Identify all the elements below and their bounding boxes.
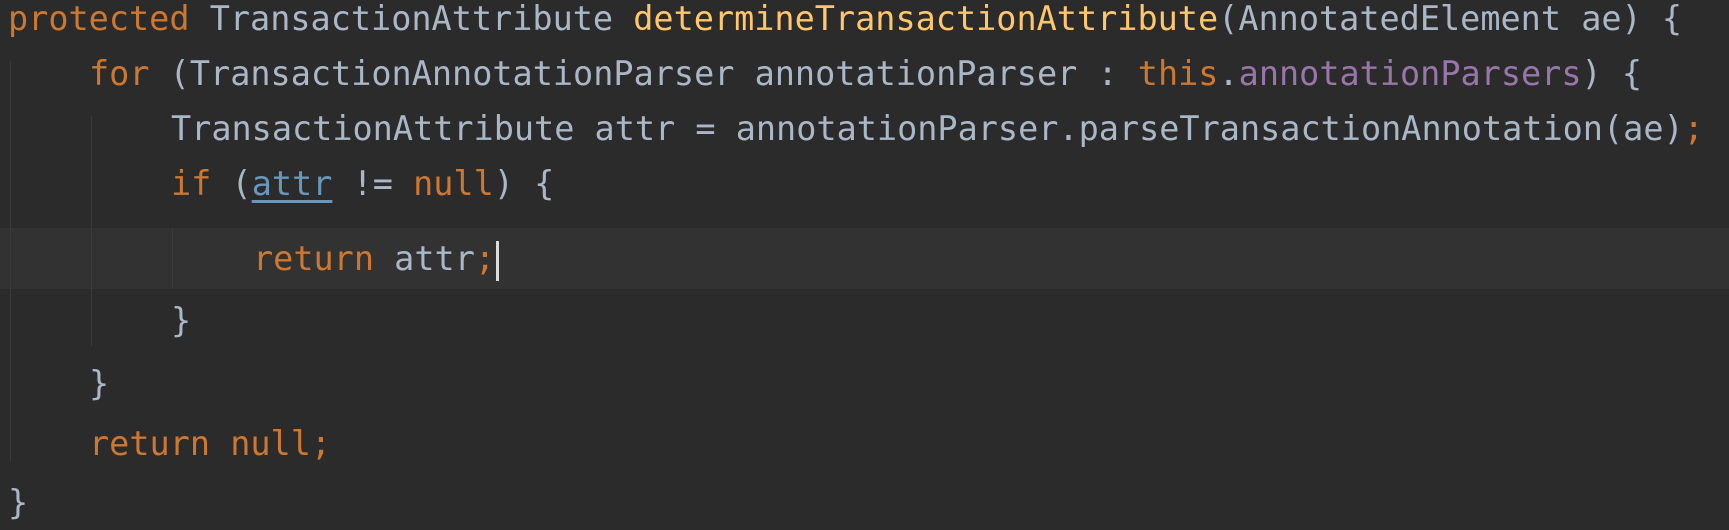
semicolon: ; — [474, 239, 496, 278]
code-line-1[interactable]: protected TransactionAttribute determine… — [8, 0, 1682, 49]
indent-guide — [10, 61, 11, 461]
keyword-null: null — [230, 424, 311, 463]
closing-brace: } — [171, 301, 192, 340]
keyword-return: return — [253, 239, 375, 278]
keyword-return: return — [89, 424, 211, 463]
closing-brace: } — [89, 364, 110, 403]
code-line-7[interactable]: } — [89, 353, 109, 414]
dot: . — [1218, 54, 1239, 93]
semicolon: ; — [310, 424, 332, 463]
if-end: ) { — [493, 164, 555, 203]
for-declaration: (TransactionAnnotationParser annotationP… — [149, 54, 1138, 93]
code-line-9[interactable]: } — [8, 472, 28, 530]
code-line-5[interactable]: return attr; — [253, 228, 500, 289]
code-line-2[interactable]: for (TransactionAnnotationParser annotat… — [89, 43, 1642, 104]
keyword-this: this — [1137, 54, 1219, 93]
return-value: attr — [374, 239, 475, 278]
indent-guide — [172, 228, 173, 288]
code-line-6[interactable]: } — [171, 290, 191, 351]
keyword-protected: protected — [8, 0, 190, 38]
variable-attr-reference[interactable]: attr — [252, 164, 333, 203]
for-end: ) { — [1581, 54, 1643, 93]
closing-brace: } — [8, 483, 29, 522]
field-annotation-parsers: annotationParsers — [1238, 54, 1582, 93]
return-type: TransactionAttribute — [189, 0, 634, 38]
code-editor[interactable]: protected TransactionAttribute determine… — [0, 0, 1729, 530]
method-name: determineTransactionAttribute — [633, 0, 1219, 38]
indent-guide — [91, 116, 92, 346]
if-open: ( — [211, 164, 252, 203]
semicolon: ; — [1683, 109, 1704, 148]
keyword-null: null — [413, 164, 494, 203]
text-caret — [496, 240, 500, 281]
keyword-if: if — [171, 164, 212, 203]
keyword-for: for — [89, 54, 150, 93]
code-line-4[interactable]: if (attr != null) { — [171, 153, 554, 214]
code-line-8[interactable]: return null; — [89, 413, 331, 474]
assignment-statement: TransactionAttribute attr = annotationPa… — [171, 109, 1684, 148]
method-params: (AnnotatedElement ae) { — [1218, 0, 1683, 38]
operator-not-equal: != — [332, 164, 414, 203]
code-line-3[interactable]: TransactionAttribute attr = annotationPa… — [171, 98, 1704, 159]
